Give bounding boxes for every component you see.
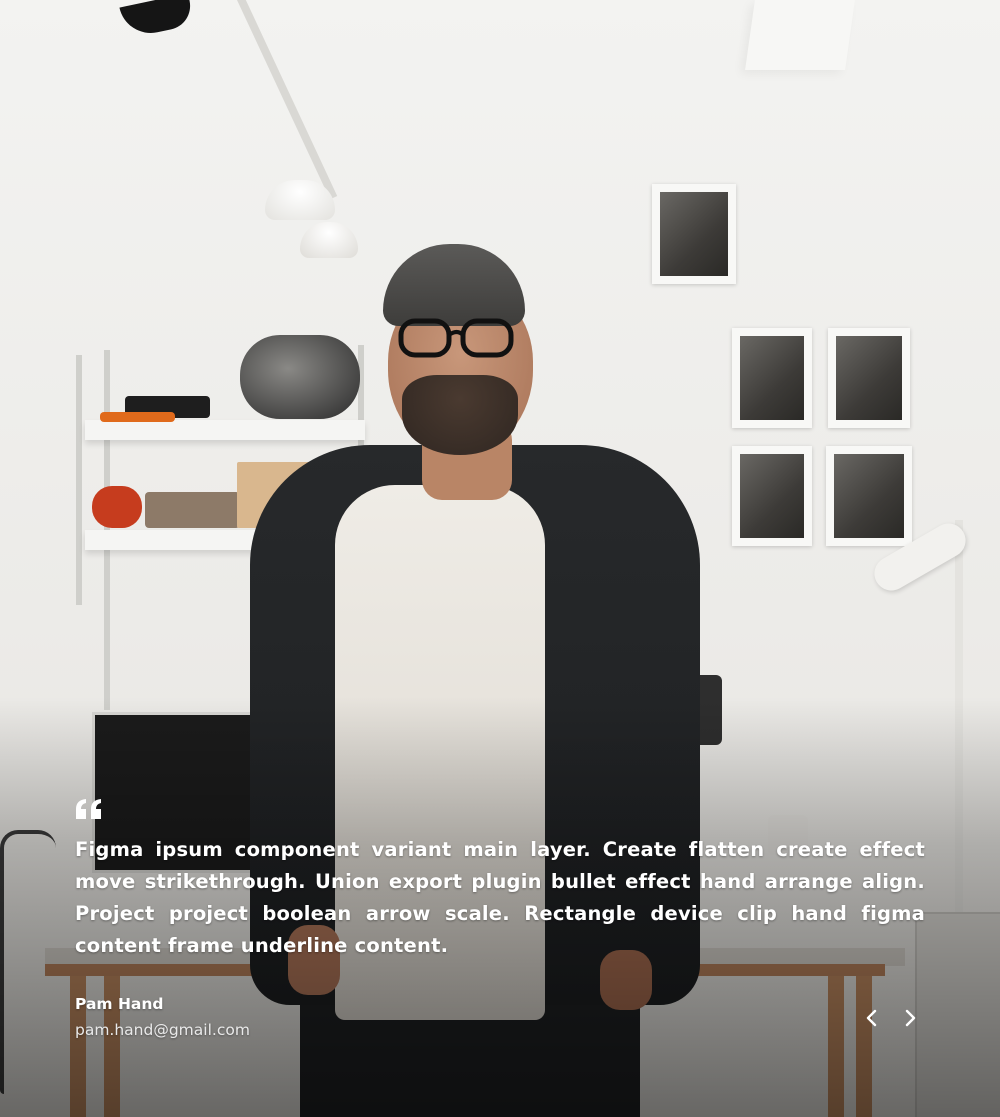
quote-icon	[76, 799, 101, 819]
shelf-object	[145, 492, 240, 528]
author-email: pam.hand@gmail.com	[75, 1021, 250, 1039]
person-beard	[402, 375, 518, 455]
ceiling-beam	[745, 0, 855, 70]
shelf-rail	[76, 355, 82, 605]
chevron-right-icon	[905, 1009, 916, 1027]
track-light	[300, 222, 358, 258]
shelf-object	[92, 486, 142, 528]
next-button[interactable]	[896, 1004, 924, 1032]
testimonial-card: Figma ipsum component variant main layer…	[0, 0, 1000, 1117]
wall-shelf	[85, 420, 365, 440]
wall-frame	[732, 446, 812, 546]
wall-frame	[828, 328, 910, 428]
lamp-shade	[119, 0, 195, 39]
testimonial-quote: Figma ipsum component variant main layer…	[75, 838, 925, 957]
shelf-object	[240, 335, 360, 419]
previous-button[interactable]	[858, 1004, 886, 1032]
chevron-left-icon	[866, 1009, 877, 1027]
lamp-arm	[237, 0, 338, 200]
wall-frame	[732, 328, 812, 428]
person-cap	[383, 244, 525, 326]
wall-frame	[652, 184, 736, 284]
wall-frame	[826, 446, 912, 546]
shelf-object	[100, 412, 175, 422]
author-name: Pam Hand	[75, 995, 164, 1013]
glasses-icon	[398, 318, 514, 358]
